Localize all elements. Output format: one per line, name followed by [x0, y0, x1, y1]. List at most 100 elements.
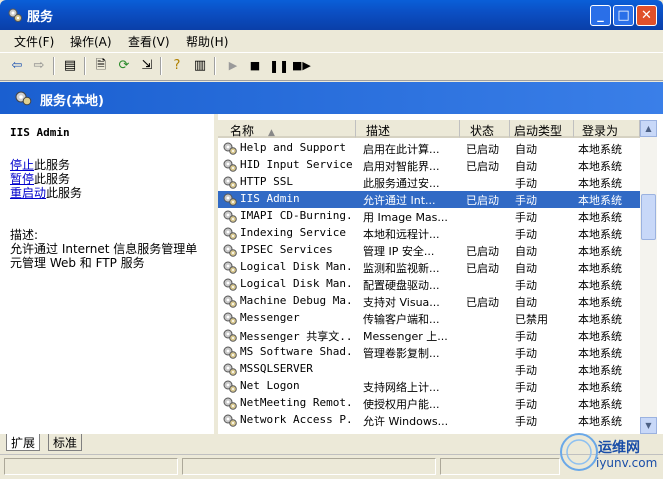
cell-desc: 支持网络上计... — [363, 381, 440, 394]
column-header-startup-type[interactable]: 启动类型 — [510, 120, 574, 138]
service-gear-icon — [223, 397, 237, 410]
pause-service-icon[interactable]: ❚❚ — [269, 57, 289, 75]
cell-status: 已启动 — [466, 160, 499, 173]
service-gear-icon — [223, 278, 237, 291]
watermark-text: 运维网 — [598, 440, 640, 456]
restart-link[interactable]: 重启动 — [10, 186, 46, 200]
table-row[interactable]: IIS Admin 允许通过 Int... 已启动 手动 本地系统 — [218, 191, 640, 208]
table-row[interactable]: IMAPI CD-Burning... 用 Image Mas... 手动 本地系统 — [218, 208, 640, 225]
menu-file[interactable]: 文件(F) — [14, 33, 54, 50]
help-icon[interactable]: ? — [168, 57, 186, 75]
scrollbar-thumb[interactable] — [641, 194, 656, 240]
table-row[interactable]: IPSEC Services 管理 IP 安全... 已启动 自动 本地系统 — [218, 242, 640, 259]
cell-logon: 本地系统 — [578, 262, 622, 275]
cell-logon: 本地系统 — [578, 245, 622, 258]
table-row[interactable]: NetMeeting Remot... 使授权用户能... 手动 本地系统 — [218, 395, 640, 412]
cell-logon: 本地系统 — [578, 364, 622, 377]
cell-status: 已启动 — [466, 143, 499, 156]
cell-desc: 管理卷影复制... — [363, 347, 440, 360]
cell-desc: 支持对 Visua... — [363, 296, 440, 309]
cell-status: 已启动 — [466, 194, 499, 207]
stop-service-icon[interactable]: ■ — [246, 57, 264, 75]
cell-name: Messenger 共享文... — [240, 330, 354, 343]
table-row[interactable]: Help and Support 启用在此计算... 已启动 自动 本地系统 — [218, 140, 640, 157]
table-row[interactable]: MS Software Shad... 管理卷影复制... 手动 本地系统 — [218, 344, 640, 361]
cell-logon: 本地系统 — [578, 415, 622, 428]
cell-startup: 手动 — [515, 415, 537, 428]
table-row[interactable]: Messenger 共享文... Messenger 上... 手动 本地系统 — [218, 327, 640, 344]
cell-startup: 手动 — [515, 211, 537, 224]
table-row[interactable]: HID Input Service 启用对智能界... 已启动 自动 本地系统 — [218, 157, 640, 174]
tab-extended[interactable]: 扩展 — [6, 434, 41, 451]
console-tree-icon[interactable]: ▤ — [61, 57, 79, 75]
cell-name: IPSEC Services — [240, 243, 333, 256]
maximize-button[interactable]: □ — [613, 5, 634, 26]
table-row[interactable]: HTTP SSL 此服务通过安... 手动 本地系统 — [218, 174, 640, 191]
cell-desc: 传输客户端和... — [363, 313, 440, 326]
table-row[interactable]: Messenger 传输客户端和... 已禁用 本地系统 — [218, 310, 640, 327]
back-icon[interactable]: ⇦ — [8, 57, 26, 75]
column-header-name[interactable]: 名称 ▲ — [218, 120, 356, 138]
menu-action[interactable]: 操作(A) — [70, 33, 112, 50]
cell-logon: 本地系统 — [578, 313, 622, 326]
content-header: 服务(本地) — [0, 82, 663, 114]
vertical-scrollbar[interactable]: ▲ ▼ — [640, 120, 657, 434]
column-header-description[interactable]: 描述 — [356, 120, 460, 138]
table-row[interactable]: Logical Disk Man... 配置硬盘驱动... 手动 本地系统 — [218, 276, 640, 293]
table-row[interactable]: Machine Debug Ma... 支持对 Visua... 已启动 自动 本地系统 — [218, 293, 640, 310]
cell-startup: 自动 — [515, 160, 537, 173]
service-gear-icon — [223, 142, 237, 155]
service-gear-icon — [223, 193, 237, 206]
table-row[interactable]: Logical Disk Man... 监测和监视新... 已启动 自动 本地系统 — [218, 259, 640, 276]
restart-service-icon[interactable]: ■▶ — [292, 57, 311, 75]
service-gear-icon — [223, 380, 237, 393]
close-icon: ✕ — [641, 8, 652, 23]
scroll-up-icon[interactable]: ▲ — [640, 120, 657, 137]
show-hide-action-pane-icon[interactable]: ▥ — [191, 57, 209, 75]
refresh-icon[interactable]: ⟳ — [115, 57, 133, 75]
cell-status: 已启动 — [466, 245, 499, 258]
cell-name: HID Input Service — [240, 158, 353, 171]
cell-logon: 本地系统 — [578, 228, 622, 241]
cell-startup: 手动 — [515, 347, 537, 360]
table-row[interactable]: Network Access P... 允许 Windows... 手动 本地系统 — [218, 412, 640, 429]
cell-startup: 手动 — [515, 381, 537, 394]
cell-name: Machine Debug Ma... — [240, 294, 354, 307]
cell-logon: 本地系统 — [578, 143, 622, 156]
header-title: 服务(本地) — [40, 94, 104, 109]
export-list-icon[interactable]: ⇲ — [138, 57, 156, 75]
tab-standard[interactable]: 标准 — [48, 434, 83, 451]
cell-startup: 手动 — [515, 177, 537, 190]
menu-view[interactable]: 查看(V) — [128, 33, 170, 50]
menu-bar: 文件(F) 操作(A) 查看(V) 帮助(H) — [0, 30, 663, 51]
column-header-logon-as[interactable]: 登录为 — [574, 120, 640, 138]
cell-desc: 启用对智能界... — [363, 160, 440, 173]
minimize-icon: _ — [597, 8, 604, 23]
toolbar: ⇦ ⇨ ▤ 🗎 ⟳ ⇲ ? ▥ ▶ ■ ❚❚ ■▶ — [0, 52, 663, 81]
cell-startup: 自动 — [515, 296, 537, 309]
title-bar[interactable]: 服务 _ □ ✕ — [0, 0, 663, 30]
cell-name: IMAPI CD-Burning... — [240, 209, 354, 222]
column-header-status[interactable]: 状态 — [460, 120, 510, 138]
table-row[interactable]: Indexing Service 本地和远程计... 手动 本地系统 — [218, 225, 640, 242]
cell-startup: 手动 — [515, 194, 537, 207]
window-title: 服务 — [27, 10, 54, 25]
service-gear-icon — [223, 159, 237, 172]
table-row[interactable]: Net Logon 支持网络上计... 手动 本地系统 — [218, 378, 640, 395]
status-panel — [440, 458, 560, 475]
cell-desc: 管理 IP 安全... — [363, 245, 435, 258]
forward-icon[interactable]: ⇨ — [30, 57, 48, 75]
start-service-icon[interactable]: ▶ — [224, 57, 242, 75]
cell-logon: 本地系统 — [578, 381, 622, 394]
minimize-button[interactable]: _ — [590, 5, 611, 26]
cell-desc: 此服务通过安... — [363, 177, 440, 190]
cell-name: Network Access P... — [240, 413, 354, 426]
selected-service-name: IIS Admin — [10, 126, 70, 139]
menu-help[interactable]: 帮助(H) — [186, 33, 228, 50]
service-gear-icon — [223, 210, 237, 223]
close-button[interactable]: ✕ — [636, 5, 657, 26]
cell-name: Indexing Service — [240, 226, 346, 239]
properties-icon[interactable]: 🗎 — [92, 57, 110, 75]
table-row[interactable]: MSSQLSERVER 手动 本地系统 — [218, 361, 640, 378]
cell-startup: 自动 — [515, 143, 537, 156]
